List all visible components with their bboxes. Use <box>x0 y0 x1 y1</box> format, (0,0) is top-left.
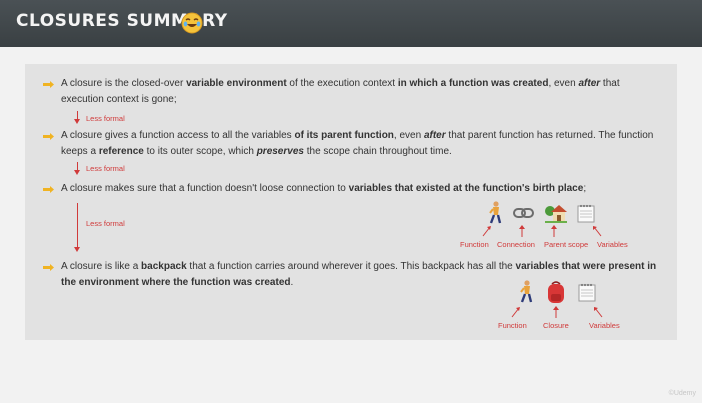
arrow-head-icon <box>74 119 80 124</box>
walking-person-icon <box>489 201 502 224</box>
caption-parent-scope: Parent scope <box>544 240 589 249</box>
caption-variables: Variables <box>589 321 620 330</box>
pointer-arrow-icon <box>511 307 520 318</box>
bullet-1-run: A closure is the closed-over <box>61 78 187 89</box>
bullet-4-run: backpack <box>141 261 187 272</box>
bullet-3-run: ; <box>583 183 587 194</box>
bullet-4-run: . <box>290 276 294 288</box>
walking-person-icon <box>520 280 533 303</box>
pointer-arrow-icon <box>551 225 557 237</box>
less-formal-arrow-3 <box>77 203 78 247</box>
arrow-head-icon <box>74 170 80 175</box>
bullet-3-run: variables that existed at the function's… <box>348 183 584 194</box>
bullet-2-run: of its parent function <box>294 130 394 141</box>
bullet-4-run: that a function carries around wherever … <box>186 261 516 272</box>
bullet-2-run: preserves <box>256 145 304 157</box>
link-chain-icon <box>513 208 534 218</box>
pointer-arrow-icon <box>594 307 603 318</box>
caption-variables: Variables <box>597 240 628 249</box>
title-bar: CLOSURES SUMMARY <box>0 0 702 47</box>
bullet-1-run: variable environment <box>186 78 287 89</box>
backpack-icon <box>548 281 564 303</box>
bullet-2-run: reference <box>98 145 144 157</box>
less-formal-label-1: Less formal <box>86 114 125 123</box>
bullet-3-run: A closure makes sure that a function doe… <box>61 183 349 194</box>
spiral-notepad-icon <box>578 283 596 302</box>
less-formal-label-2: Less formal <box>86 164 125 173</box>
caption-closure: Closure <box>543 321 569 330</box>
bullet-1-run: in which a function was created <box>397 78 549 89</box>
udemy-watermark: ©Udemy <box>668 390 696 397</box>
pointer-arrow-icon <box>519 225 525 237</box>
caption-function: Function <box>460 240 489 249</box>
bullet-3-text: A closure makes sure that a function doe… <box>61 181 661 197</box>
content-panel: A closure is the closed-over variable en… <box>25 64 677 340</box>
bullet-2-run: after <box>423 130 446 141</box>
pointer-arrow-icon <box>482 226 491 237</box>
bullet-1-run: , even <box>548 78 579 89</box>
bullet-2-text: A closure gives a function access to all… <box>61 128 667 159</box>
less-formal-label-3: Less formal <box>86 219 125 228</box>
bullet-4-run: A closure is like a <box>61 261 142 272</box>
pointer-arrow-icon <box>553 306 559 318</box>
bullet-1-text: A closure is the closed-over variable en… <box>61 76 641 107</box>
face-with-tears-of-joy-icon <box>181 12 203 34</box>
bullet-1-run: after <box>578 78 601 89</box>
caption-function: Function <box>498 321 527 330</box>
bullet-2-run: the scope chain throughout time. <box>303 145 452 157</box>
pointing-hand-icon <box>43 186 54 193</box>
bullet-1-run: of the execution context <box>286 78 398 89</box>
house-with-garden-icon <box>545 205 567 223</box>
pointing-hand-icon <box>43 133 54 140</box>
pointing-hand-icon <box>43 264 54 271</box>
pointer-arrow-icon <box>593 226 602 237</box>
spiral-notepad-icon <box>577 204 595 223</box>
caption-connection: Connection <box>497 240 535 249</box>
bullet-4-text: A closure is like a backpack that a func… <box>61 259 661 290</box>
bullet-2-run: A closure gives a function access to all… <box>61 130 295 141</box>
arrow-head-icon <box>74 247 80 252</box>
bullet-2-run: , even <box>393 130 424 141</box>
pointing-hand-icon <box>43 81 54 88</box>
bullet-2-run: to its outer scope, which <box>143 145 257 157</box>
